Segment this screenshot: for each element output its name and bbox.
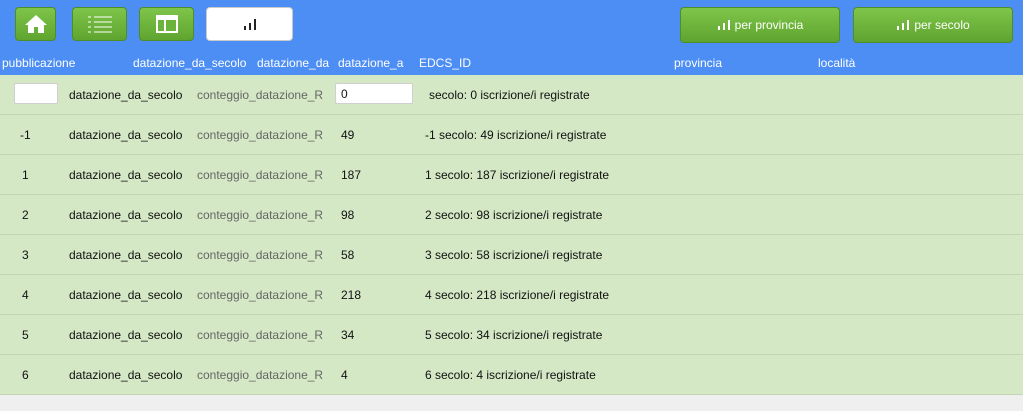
cell-count: 187 xyxy=(341,168,362,182)
cell-summary: 3 secolo: 58 iscrizione/i registrate xyxy=(425,248,603,262)
cell-count-field: conteggio_datazione_R xyxy=(197,328,324,342)
filter-row: datazione_da_secolo conteggio_datazione_… xyxy=(0,75,1023,115)
table-body: -1 datazione_da_secolo conteggio_datazione… xyxy=(0,115,1023,395)
table-row[interactable]: 5 datazione_da_secolo conteggio_datazione_… xyxy=(0,315,1023,355)
cell-secolo: 5 xyxy=(22,328,29,342)
col-header-provincia[interactable]: provincia xyxy=(674,56,722,70)
cell-field: datazione_da_secolo xyxy=(69,248,183,262)
home-icon xyxy=(24,15,47,33)
cell-field: datazione_da_secolo xyxy=(69,328,183,342)
cell-secolo: -1 xyxy=(20,128,31,142)
table-row[interactable]: -1 datazione_da_secolo conteggio_datazione… xyxy=(0,115,1023,155)
chart-view-button[interactable] xyxy=(206,7,293,41)
cell-field: datazione_da_secolo xyxy=(69,128,183,142)
cell-count: 34 xyxy=(341,328,355,342)
layout-view-button[interactable] xyxy=(139,7,194,41)
table-row[interactable]: 6 datazione_da_secolo conteggio_datazione_… xyxy=(0,355,1023,395)
table-row[interactable]: 1 datazione_da_secolo conteggio_datazione_… xyxy=(0,155,1023,195)
bar-chart-icon xyxy=(897,20,910,30)
cell-summary: 1 secolo: 187 iscrizione/i registrate xyxy=(425,168,610,182)
cell-summary: 6 secolo: 4 iscrizione/i registrate xyxy=(425,368,596,382)
cell-count-field: conteggio_datazione_R xyxy=(197,88,324,102)
home-button[interactable] xyxy=(15,7,56,41)
cell-count-field: conteggio_datazione_R xyxy=(197,168,324,182)
cell-count-field: conteggio_datazione_R xyxy=(197,288,324,302)
cell-summary: 4 secolo: 218 iscrizione/i registrate xyxy=(425,288,610,302)
table-row[interactable]: 2 datazione_da_secolo conteggio_datazione_… xyxy=(0,195,1023,235)
footer-strip xyxy=(0,395,1023,411)
cell-summary: 5 secolo: 34 iscrizione/i registrate xyxy=(425,328,603,342)
layout-icon xyxy=(155,15,178,33)
col-header-pubblicazione[interactable]: pubblicazione xyxy=(2,56,75,70)
cell-field: datazione_da_secolo xyxy=(69,288,183,302)
cell-count: 218 xyxy=(341,288,362,302)
cell-field: datazione_da_secolo xyxy=(69,88,183,102)
cell-summary: secolo: 0 iscrizione/i registrate xyxy=(429,88,590,102)
per-secolo-button[interactable]: per secolo xyxy=(853,7,1013,43)
column-header-row: pubblicazione datazione_da_secolo datazi… xyxy=(0,54,1023,72)
per-secolo-label: per secolo xyxy=(914,18,970,32)
cell-summary: -1 secolo: 49 iscrizione/i registrate xyxy=(425,128,607,142)
data-grid: datazione_da_secolo conteggio_datazione_… xyxy=(0,75,1023,395)
datazione-a-filter-input[interactable] xyxy=(335,83,413,104)
per-provincia-label: per provincia xyxy=(734,18,804,32)
top-toolbar: per provincia per secolo pubblicazione d… xyxy=(0,0,1023,75)
cell-count: 49 xyxy=(341,128,355,142)
cell-summary: 2 secolo: 98 iscrizione/i registrate xyxy=(425,208,603,222)
cell-count: 98 xyxy=(341,208,355,222)
cell-secolo: 3 xyxy=(22,248,29,262)
col-header-localita[interactable]: località xyxy=(818,56,855,70)
col-header-datazione-da-secolo[interactable]: datazione_da_secolo xyxy=(133,56,246,70)
bar-chart-icon xyxy=(243,19,256,30)
pubblicazione-filter-input[interactable] xyxy=(14,83,58,104)
cell-count-field: conteggio_datazione_R xyxy=(197,208,324,222)
table-row[interactable]: 3 datazione_da_secolo conteggio_datazione_… xyxy=(0,235,1023,275)
cell-secolo: 2 xyxy=(22,208,29,222)
list-icon xyxy=(87,16,112,33)
col-header-datazione-da[interactable]: datazione_da xyxy=(257,56,329,70)
cell-secolo: 1 xyxy=(22,168,29,182)
table-row[interactable]: 4 datazione_da_secolo conteggio_datazione_… xyxy=(0,275,1023,315)
cell-count: 4 xyxy=(341,368,348,382)
col-header-datazione-a[interactable]: datazione_a xyxy=(338,56,403,70)
cell-field: datazione_da_secolo xyxy=(69,368,183,382)
per-provincia-button[interactable]: per provincia xyxy=(680,7,840,43)
cell-secolo: 6 xyxy=(22,368,29,382)
cell-secolo: 4 xyxy=(22,288,29,302)
list-view-button[interactable] xyxy=(72,7,127,41)
cell-field: datazione_da_secolo xyxy=(69,168,183,182)
cell-count-field: conteggio_datazione_R xyxy=(197,368,324,382)
cell-field: datazione_da_secolo xyxy=(69,208,183,222)
cell-count-field: conteggio_datazione_R xyxy=(197,128,324,142)
col-header-edcs-id[interactable]: EDCS_ID xyxy=(419,56,471,70)
cell-count: 58 xyxy=(341,248,355,262)
cell-count-field: conteggio_datazione_R xyxy=(197,248,324,262)
bar-chart-icon xyxy=(717,20,730,30)
